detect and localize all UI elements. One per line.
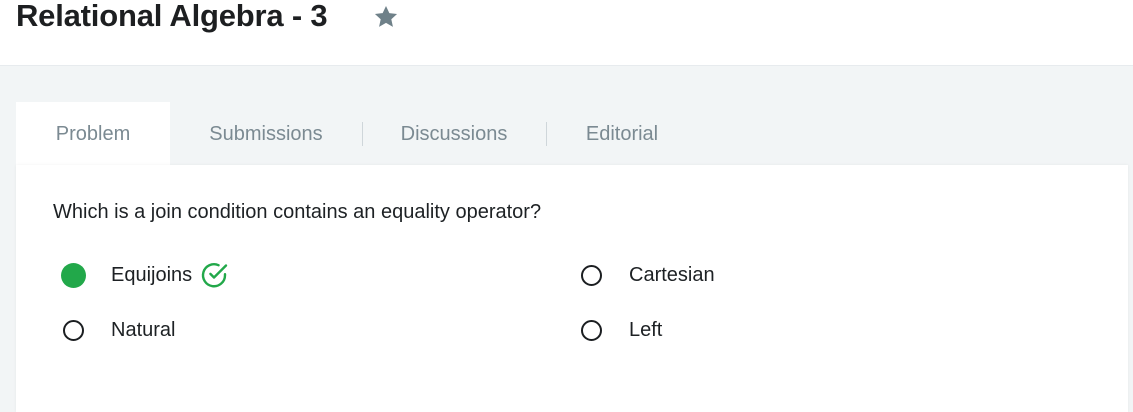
question-text: Which is a join condition contains an eq… <box>53 201 542 223</box>
tab-problem[interactable]: Problem <box>16 102 170 165</box>
page-title: Relational Algebra - 3 <box>16 0 328 33</box>
check-circle-icon <box>199 260 229 290</box>
problem-panel: Which is a join condition contains an eq… <box>16 165 1128 412</box>
option-label: Natural <box>111 318 176 341</box>
radio-unselected[interactable] <box>63 319 84 341</box>
option-natural[interactable]: Natural <box>63 315 175 345</box>
option-equijoins[interactable]: Equijoins <box>61 260 229 290</box>
option-label: Equijoins <box>111 263 193 286</box>
radio-unselected[interactable] <box>581 264 602 286</box>
option-left[interactable]: Left <box>581 315 662 345</box>
radio-selected[interactable] <box>61 262 86 288</box>
tab-editorial[interactable]: Editorial <box>546 102 698 165</box>
option-label: Cartesian <box>629 263 715 286</box>
option-cartesian[interactable]: Cartesian <box>581 260 715 290</box>
page-header: Relational Algebra - 3 <box>0 0 1133 66</box>
tab-submissions[interactable]: Submissions <box>170 102 362 165</box>
radio-unselected[interactable] <box>581 319 602 341</box>
tab-discussions[interactable]: Discussions <box>362 102 546 165</box>
star-icon[interactable] <box>372 4 400 30</box>
tab-bar: Problem Submissions Discussions Editoria… <box>16 102 1128 165</box>
option-label: Left <box>629 318 663 341</box>
